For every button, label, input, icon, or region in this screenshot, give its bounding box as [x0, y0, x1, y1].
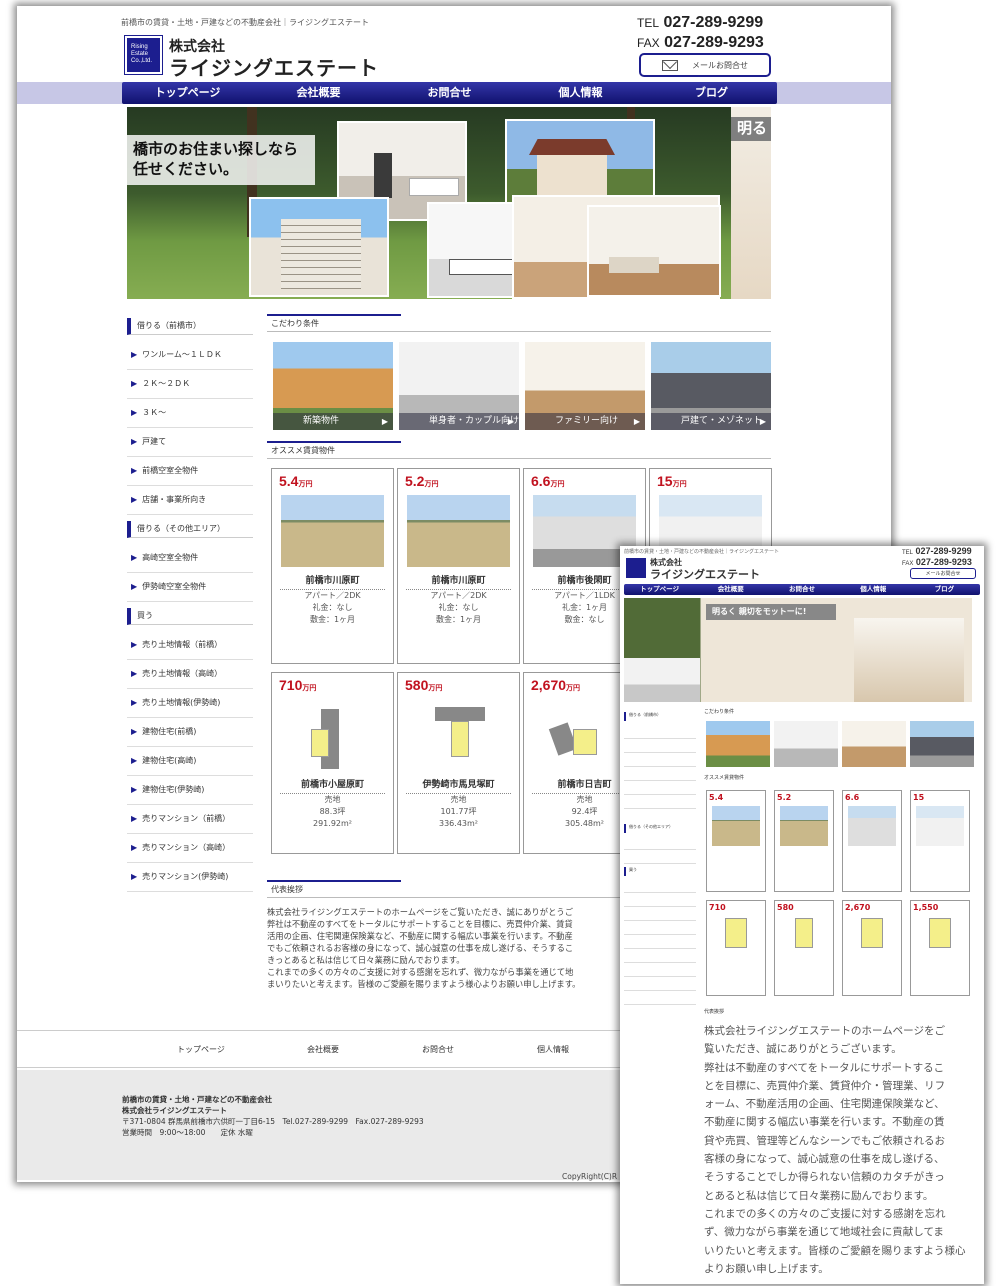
rental-card[interactable]: 6.6: [842, 790, 902, 892]
land-map: [281, 699, 384, 771]
land-card[interactable]: 580: [774, 900, 834, 996]
tel-number: TEL 027-289-9299: [902, 546, 972, 556]
site-tagline: 前橋市の賃貸・土地・戸建などの不動産会社｜ライジングエステート: [624, 549, 780, 555]
kodawari-single[interactable]: 単身者・カップル向け: [399, 342, 519, 430]
nav-privacy[interactable]: 個人情報: [838, 584, 909, 595]
rental-card[interactable]: 5.4: [706, 790, 766, 892]
nav-company[interactable]: 会社概要: [253, 82, 384, 104]
land-card[interactable]: 2,670: [842, 900, 902, 996]
kodawari-heading: こだわり条件: [704, 709, 735, 715]
footer-nav-privacy[interactable]: 個人情報: [537, 1044, 569, 1055]
second-screenshot: 前橋市の賃貸・土地・戸建などの不動産会社｜ライジングエステート 株式会社 ライジ…: [620, 546, 984, 1284]
company-name[interactable]: ライジングエステート: [650, 566, 760, 582]
kodawari-new[interactable]: 新築物件: [273, 342, 393, 430]
sidebar-item-mansion-isesaki[interactable]: 売りマンション(伊勢崎): [127, 863, 253, 892]
kodawari-family[interactable]: ファミリー向け: [525, 342, 645, 430]
mail-icon: [662, 59, 678, 71]
sidebar-item-house-isesaki[interactable]: 建物住宅(伊勢崎): [127, 776, 253, 805]
mail-inquiry-button[interactable]: メールお問合せ: [639, 53, 771, 77]
tel-number: TEL 027-289-9299: [637, 14, 764, 31]
global-nav: トップページ 会社概要 お問合せ 個人情報 ブログ: [624, 584, 980, 595]
sidebar-item-mansion-maebashi[interactable]: 売りマンション（前橋）: [127, 805, 253, 834]
greeting-text: 株式会社ライジングエステートのホームページをご 覧いただき、誠にありがとうございま…: [704, 1025, 966, 1275]
global-nav: トップページ 会社概要 お問合せ 個人情報 ブログ: [122, 82, 777, 104]
footer-nav-company[interactable]: 会社概要: [307, 1044, 339, 1055]
kodawari-house[interactable]: [910, 721, 974, 767]
hero-photo-building: [249, 197, 389, 297]
recommend-heading: オススメ賃貸物件: [704, 775, 745, 781]
land-card[interactable]: 710: [706, 900, 766, 996]
copyright: CopyRight(C)R: [562, 1172, 618, 1181]
footer-nav-top[interactable]: トップページ: [177, 1044, 225, 1055]
land-card[interactable]: 580万円 伊勢崎市馬見塚町 売地 101.77坪 336.43m²: [397, 672, 520, 854]
greeting-text: 株式会社ライジングエステートのホームページをご覧いただき、誠にありがとうご 弊社は…: [267, 907, 581, 989]
sidebar-item-maebashi-all[interactable]: 前橋空室全物件: [127, 457, 253, 486]
footer-nav-contact[interactable]: お問合せ: [422, 1044, 454, 1055]
sidebar-item-takasaki-all[interactable]: 高崎空室全物件: [127, 544, 253, 573]
nav-blog[interactable]: ブログ: [646, 82, 777, 104]
nav-contact[interactable]: お問合せ: [766, 584, 837, 595]
logo-mark[interactable]: [626, 558, 646, 578]
land-card[interactable]: 1,550: [910, 900, 970, 996]
rental-card[interactable]: 5.2万円 前橋市川原町 アパート／2DK 礼金：なし 敷金：1ヶ月: [397, 468, 520, 664]
hero-next-slide: 明る: [731, 107, 771, 299]
sidebar-item-house[interactable]: 戸建て: [127, 428, 253, 457]
sidebar-item-2dk[interactable]: ２Ｋ～２ＤＫ: [127, 370, 253, 399]
logo-mark[interactable]: Rising Estate Co.,Ltd.: [124, 35, 163, 75]
sidebar-item-land-maebashi[interactable]: 売り土地情報（前橋）: [127, 631, 253, 660]
sidebar-heading-buy: 買う: [127, 608, 253, 625]
rental-card[interactable]: 5.2: [774, 790, 834, 892]
fax-number: FAX 027-289-9293: [637, 34, 764, 51]
hero-banner: 橋市のお住まい探しなら 任せください。: [127, 135, 315, 185]
sidebar: 借りる（前橋市） 借りる（その他エリア） 買う: [624, 712, 696, 1005]
nav-company[interactable]: 会社概要: [695, 584, 766, 595]
greeting-heading: 代表挨拶: [704, 1009, 725, 1015]
kodawari-heading: こだわり条件: [267, 314, 771, 332]
sidebar: 借りる（前橋市） ワンルーム～１ＬＤＫ ２Ｋ～２ＤＫ ３Ｋ～ 戸建て 前橋空室全…: [127, 312, 253, 892]
property-photo: [281, 495, 384, 567]
sidebar-heading-rent-maebashi: 借りる（前橋市）: [127, 318, 253, 335]
sidebar-item-1ldk[interactable]: ワンルーム～１ＬＤＫ: [127, 341, 253, 370]
fax-number: FAX 027-289-9293: [902, 557, 972, 567]
sidebar-item-3k[interactable]: ３Ｋ～: [127, 399, 253, 428]
hero-photo-living: [587, 205, 721, 297]
sidebar-item-land-isesaki[interactable]: 売り土地情報(伊勢崎): [127, 689, 253, 718]
sidebar-item-mansion-takasaki[interactable]: 売りマンション（高崎）: [127, 834, 253, 863]
rental-card[interactable]: 15: [910, 790, 970, 892]
rental-card[interactable]: 5.4万円 前橋市川原町 アパート／2DK 礼金：なし 敷金：1ヶ月: [271, 468, 394, 664]
land-card[interactable]: 710万円 前橋市小屋原町 売地 88.3坪 291.92m²: [271, 672, 394, 854]
hero-slider[interactable]: 明るく 親切をモットーに!: [624, 598, 972, 702]
kodawari-single[interactable]: [774, 721, 838, 767]
sidebar-item-house-takasaki[interactable]: 建物住宅(高崎): [127, 747, 253, 776]
kodawari-family[interactable]: [842, 721, 906, 767]
sidebar-heading-rent-other: 借りる（その他エリア）: [127, 521, 253, 538]
nav-top[interactable]: トップページ: [122, 82, 253, 104]
company-name[interactable]: ライジングエステート: [169, 52, 379, 81]
mail-inquiry-button[interactable]: メールお問合せ: [910, 568, 976, 579]
sidebar-item-shop[interactable]: 店舗・事業所向き: [127, 486, 253, 515]
kodawari-new[interactable]: [706, 721, 770, 767]
nav-top[interactable]: トップページ: [624, 584, 695, 595]
nav-blog[interactable]: ブログ: [909, 584, 980, 595]
sidebar-item-house-maebashi[interactable]: 建物住宅(前橋): [127, 718, 253, 747]
kodawari-house[interactable]: 戸建て・メゾネット: [651, 342, 771, 430]
nav-privacy[interactable]: 個人情報: [515, 82, 646, 104]
site-tagline: 前橋市の賃貸・土地・戸建などの不動産会社｜ライジングエステート: [121, 18, 369, 27]
recommend-heading: オススメ賃貸物件: [267, 441, 771, 459]
sidebar-item-isesaki-all[interactable]: 伊勢崎空室全物件: [127, 573, 253, 602]
property-photo: [407, 495, 510, 567]
hero-slider[interactable]: 橋市のお住まい探しなら 任せください。 明る: [127, 107, 771, 299]
sidebar-item-land-takasaki[interactable]: 売り土地情報（高崎）: [127, 660, 253, 689]
nav-contact[interactable]: お問合せ: [384, 82, 515, 104]
land-map: [407, 699, 510, 771]
